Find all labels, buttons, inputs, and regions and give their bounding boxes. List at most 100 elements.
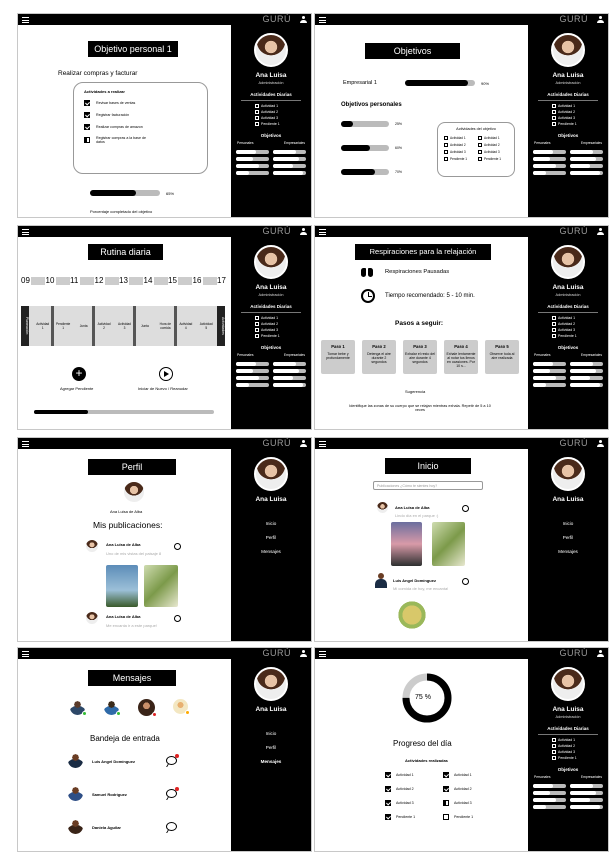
menu-icon[interactable] — [319, 16, 326, 23]
routine-task[interactable]: Junta — [71, 306, 92, 346]
checkbox[interactable] — [552, 322, 556, 326]
contact-avatar[interactable] — [173, 699, 190, 715]
contact-avatar[interactable] — [104, 700, 121, 716]
checkbox[interactable] — [385, 814, 391, 820]
sidebar-activity[interactable]: Actividad 3 — [255, 328, 311, 332]
checkbox[interactable] — [385, 800, 391, 806]
post-photo-sunset[interactable] — [391, 522, 422, 566]
checkbox[interactable] — [552, 316, 556, 320]
resume-button[interactable] — [159, 367, 173, 381]
nav-inicio[interactable]: Inicio — [231, 727, 311, 741]
sidebar-activity[interactable]: Actividad 1 — [552, 104, 608, 108]
goal-activity[interactable]: Actividad 3 — [444, 150, 474, 154]
nav-mensajes[interactable]: Mensajes — [231, 545, 311, 559]
checkbox[interactable] — [444, 150, 448, 154]
nav-perfil[interactable]: Perfil — [528, 531, 608, 545]
sidebar-activity[interactable]: Actividad 2 — [552, 110, 608, 114]
done-activity[interactable]: Actividad 2 — [443, 786, 473, 792]
activity-item[interactable]: Revisar bases de ventas — [84, 100, 197, 106]
sidebar-activity[interactable]: Actividad 3 — [552, 750, 608, 754]
user-icon[interactable] — [300, 16, 307, 23]
goal-activity[interactable]: Actividad 3 — [478, 150, 508, 154]
routine-task[interactable]: Actividad 5 — [194, 306, 215, 346]
done-activity[interactable]: Actividad 3 — [385, 800, 415, 806]
checkbox[interactable] — [255, 104, 259, 108]
sidebar-activity[interactable]: Actividad 2 — [255, 322, 311, 326]
done-activity[interactable]: Actividad 2 — [385, 786, 415, 792]
checkbox[interactable] — [255, 316, 259, 320]
user-icon[interactable] — [300, 440, 307, 447]
routine-task[interactable]: Actividad 1 — [31, 306, 51, 346]
routine-task[interactable]: Pendiente 1 — [51, 306, 71, 346]
user-icon[interactable] — [300, 228, 307, 235]
activity-item[interactable]: Realizar compras de amazon — [84, 124, 197, 130]
menu-icon[interactable] — [319, 650, 326, 657]
chat-icon[interactable] — [166, 822, 177, 831]
sidebar-activity[interactable]: Actividad 3 — [552, 328, 608, 332]
user-icon[interactable] — [597, 440, 604, 447]
sidebar-activity[interactable]: Pendiente 1 — [255, 334, 311, 338]
checkbox[interactable] — [255, 116, 259, 120]
sidebar-activity[interactable]: Actividad 1 — [255, 104, 311, 108]
nav-mensajes[interactable]: Mensajes — [231, 755, 311, 769]
checkbox[interactable] — [552, 738, 556, 742]
sidebar-activity[interactable]: Actividad 2 — [552, 322, 608, 326]
checkbox[interactable] — [552, 756, 556, 760]
checkbox[interactable] — [444, 136, 448, 140]
checkbox[interactable] — [478, 150, 482, 154]
checkbox[interactable] — [444, 143, 448, 147]
routine-task[interactable]: Hora de comida — [153, 306, 174, 346]
checkbox[interactable] — [385, 786, 391, 792]
chat-icon[interactable] — [166, 787, 179, 798]
sidebar-activity[interactable]: Actividad 1 — [552, 738, 608, 742]
search-input[interactable]: Publicaciones ¿Cómo te sientes hoy? — [373, 481, 483, 490]
goal-activity[interactable]: Pendiente 1 — [444, 157, 474, 161]
activity-item[interactable]: Registrar facturación — [84, 112, 197, 118]
post-photo-food[interactable] — [391, 598, 433, 632]
user-icon[interactable] — [597, 16, 604, 23]
menu-icon[interactable] — [319, 440, 326, 447]
sidebar-activity[interactable]: Actividad 3 — [552, 116, 608, 120]
checkbox[interactable] — [443, 772, 449, 778]
inbox-contact[interactable]: Daniela Aguilar — [92, 825, 121, 830]
done-activity[interactable]: Pendiente 1 — [385, 814, 415, 820]
activity-item[interactable]: Registrar compras a la base de datos — [84, 136, 197, 144]
routine-task[interactable]: Actividad 2 — [92, 306, 112, 346]
checkbox[interactable] — [552, 104, 556, 108]
checkbox[interactable] — [255, 334, 259, 338]
post-photo-plant[interactable] — [144, 565, 178, 607]
contact-avatar[interactable] — [70, 700, 87, 716]
contact-avatar[interactable] — [138, 699, 157, 717]
done-activity[interactable]: Actividad 1 — [385, 772, 415, 778]
checkbox[interactable] — [443, 786, 449, 792]
sidebar-activity[interactable]: Actividad 1 — [552, 316, 608, 320]
sidebar-activity[interactable]: Pendiente 1 — [552, 122, 608, 126]
checkbox[interactable] — [552, 122, 556, 126]
sidebar-activity[interactable]: Actividad 1 — [255, 316, 311, 320]
goal-activity[interactable]: Actividad 2 — [444, 143, 474, 147]
checkbox[interactable] — [478, 136, 482, 140]
checkbox[interactable] — [84, 124, 90, 130]
nav-inicio[interactable]: Inicio — [231, 517, 311, 531]
menu-icon[interactable] — [22, 650, 29, 657]
routine-task[interactable]: Actividad 4 — [174, 306, 194, 346]
sidebar-activity[interactable]: Pendiente 1 — [552, 334, 608, 338]
nav-perfil[interactable]: Perfil — [231, 741, 311, 755]
sidebar-activity[interactable]: Pendiente 1 — [255, 122, 311, 126]
menu-icon[interactable] — [22, 440, 29, 447]
sidebar-activity[interactable]: Actividad 2 — [255, 110, 311, 114]
sidebar-activity[interactable]: Actividad 2 — [552, 744, 608, 748]
checkbox[interactable] — [552, 110, 556, 114]
emoji-icon[interactable] — [174, 543, 181, 550]
goal-activity[interactable]: Actividad 1 — [478, 136, 508, 140]
routine-task[interactable]: Junta — [133, 306, 153, 346]
checkbox[interactable] — [255, 328, 259, 332]
inbox-contact[interactable]: Luis Angel Domínguez — [92, 759, 135, 764]
emoji-icon[interactable] — [462, 578, 469, 585]
inbox-contact[interactable]: Samuel Rodríguez — [92, 792, 127, 797]
emoji-icon[interactable] — [174, 615, 181, 622]
checkbox[interactable] — [478, 157, 482, 161]
done-activity[interactable]: Pendiente 1 — [443, 814, 473, 820]
sidebar-activity[interactable]: Actividad 3 — [255, 116, 311, 120]
user-icon[interactable] — [597, 650, 604, 657]
